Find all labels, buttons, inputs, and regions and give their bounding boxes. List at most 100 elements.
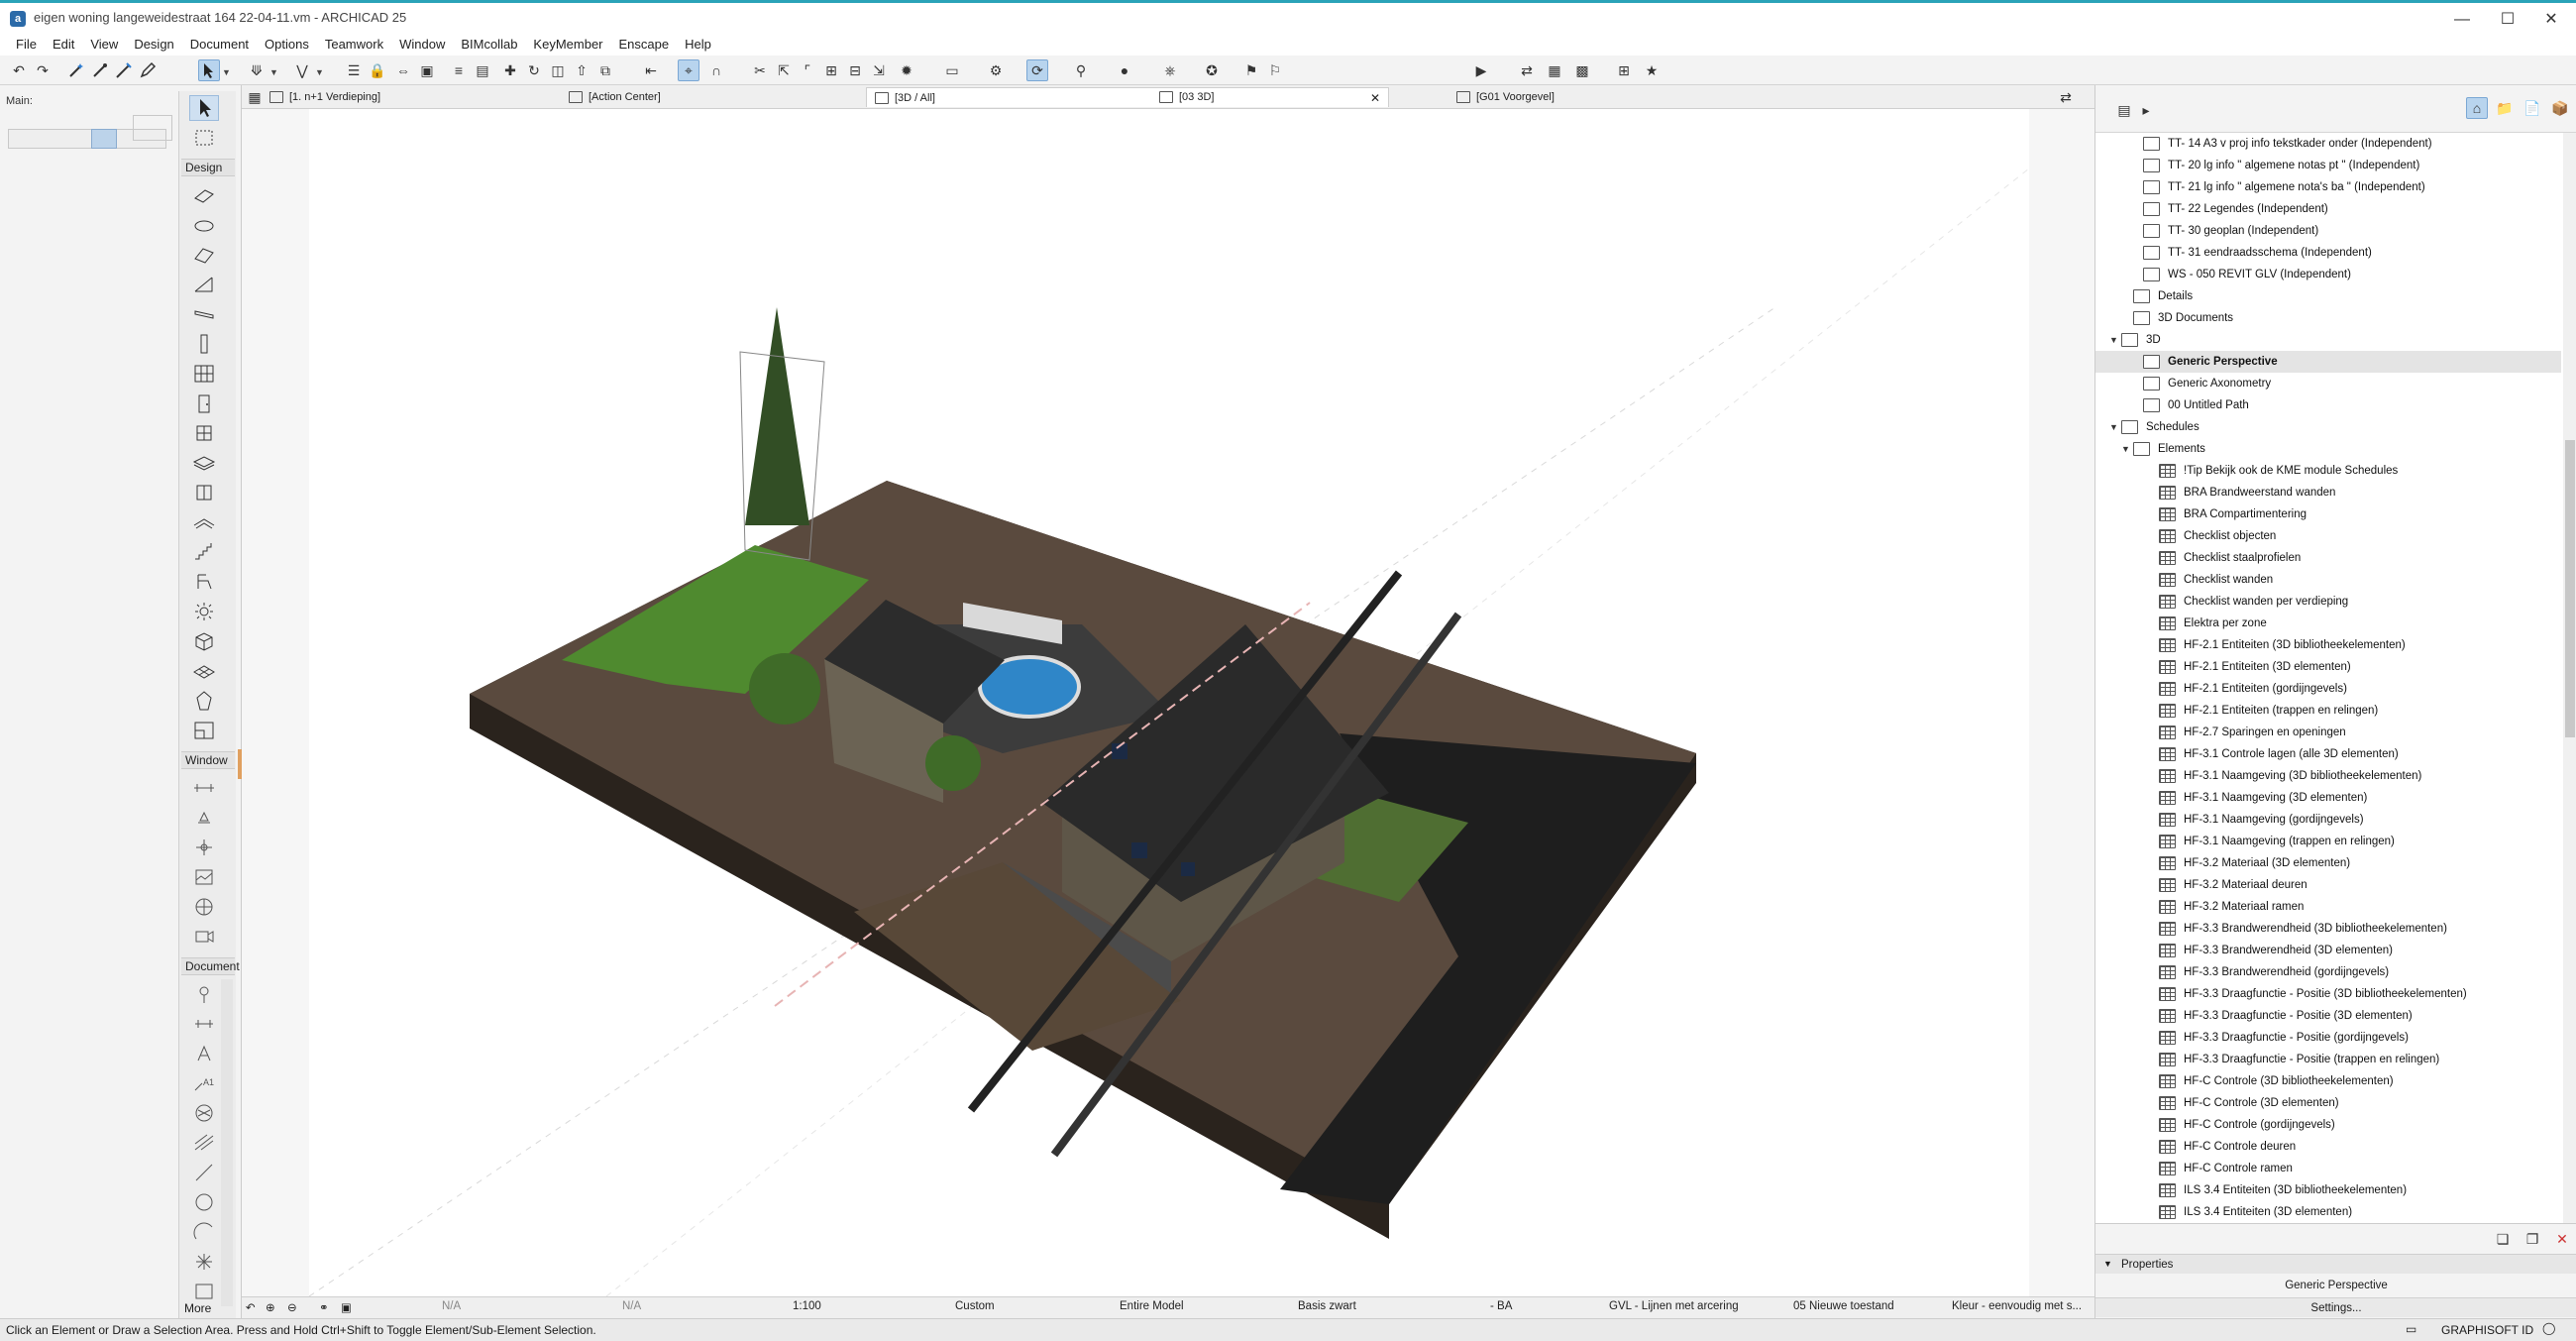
stair-tool-icon[interactable]	[189, 539, 219, 565]
scrollbar-thumb[interactable]	[2565, 440, 2575, 737]
navigator-item[interactable]: HF-3.3 Draagfunctie - Positie (3D biblio…	[2095, 983, 2561, 1005]
enscape-render-icon[interactable]: ▩	[1571, 59, 1593, 81]
align-icon[interactable]: ⇤	[640, 59, 662, 81]
chevron-right-icon[interactable]: ▸	[2135, 99, 2157, 121]
hatch-icon[interactable]	[189, 1130, 219, 1156]
enscape-settings-icon[interactable]: ⊞	[1613, 59, 1635, 81]
window-tool-icon[interactable]	[189, 272, 219, 297]
zoom-in-icon[interactable]: ⊕	[266, 1300, 275, 1316]
layers-icon[interactable]: ☰	[343, 59, 365, 81]
navigator-item[interactable]: 00 Untitled Path	[2095, 394, 2561, 416]
navigator-item[interactable]: HF-2.1 Entiteiten (trappen en relingen)	[2095, 700, 2561, 722]
graphic-override[interactable]: GVL - Lijnen met arcering	[1609, 1300, 1739, 1316]
split-icon[interactable]: ✂	[749, 59, 771, 81]
orbit-icon[interactable]: ⟳	[1026, 59, 1048, 81]
orbit-view-icon[interactable]: ⚭	[319, 1300, 329, 1316]
menu-view[interactable]: View	[82, 34, 126, 56]
navigator-item[interactable]: HF-3.1 Naamgeving (3D elementen)	[2095, 787, 2561, 809]
shell-tool-icon[interactable]	[189, 509, 219, 535]
navigator-item[interactable]: TT- 22 Legendes (Independent)	[2095, 198, 2561, 220]
navigator-item[interactable]: Elektra per zone	[2095, 613, 2561, 634]
lamp-tool-icon[interactable]	[189, 599, 219, 624]
scale-value[interactable]: 1:100	[793, 1300, 821, 1316]
navigator-item[interactable]: TT- 14 A3 v proj info tekstkader onder (…	[2095, 133, 2561, 155]
navigator-item[interactable]: 3D Documents	[2095, 307, 2561, 329]
chevron-down-icon[interactable]: ▼	[2109, 422, 2121, 432]
eyedropper-icon[interactable]	[89, 59, 111, 81]
menu-options[interactable]: Options	[257, 34, 317, 56]
navigator-item[interactable]: HF-2.1 Entiteiten (3D bibliotheekelement…	[2095, 634, 2561, 656]
navigator-item[interactable]: Checklist staalprofielen	[2095, 547, 2561, 569]
navigator-item[interactable]: WS - 050 REVIT GLV (Independent)	[2095, 264, 2561, 285]
settings-3d-icon[interactable]: ⚙	[985, 59, 1007, 81]
dimension-icon[interactable]: ⇔	[392, 59, 414, 81]
wall-tool-icon[interactable]	[189, 182, 219, 208]
chevron-down-icon[interactable]: ▼	[269, 67, 278, 77]
zone-tool-icon[interactable]	[189, 718, 219, 743]
navigator-item[interactable]: HF-3.2 Materiaal (3D elementen)	[2095, 852, 2561, 874]
tab-list-icon[interactable]: ⇄	[2055, 86, 2077, 108]
navigator-item[interactable]: HF-C Controle (3D elementen)	[2095, 1092, 2561, 1114]
syringe-icon[interactable]	[113, 59, 135, 81]
publisher-sets-icon[interactable]: 📦	[2549, 97, 2571, 119]
enscape-sync-icon[interactable]: ⇄	[1516, 59, 1538, 81]
menu-enscape[interactable]: Enscape	[611, 34, 678, 56]
3d-view-icon[interactable]: ▭	[941, 59, 963, 81]
offset-icon[interactable]: ⊞	[820, 59, 842, 81]
roof-tool-icon[interactable]	[189, 480, 219, 505]
flag-icon[interactable]: ⚑	[1240, 59, 1262, 81]
navigator-item[interactable]: HF-3.1 Naamgeving (3D bibliotheekelement…	[2095, 765, 2561, 787]
mirror-icon[interactable]: ◫	[547, 59, 569, 81]
marquee-tool-icon[interactable]	[189, 125, 219, 151]
navigator-scrollbar[interactable]	[2563, 133, 2576, 1223]
arrange-icon[interactable]: ≡	[448, 59, 470, 81]
camera-icon[interactable]	[189, 924, 219, 950]
new-view-icon[interactable]: ❏	[2492, 1228, 2514, 1250]
drag-icon[interactable]: ✚	[499, 59, 521, 81]
tab-overview-icon[interactable]: ▦	[244, 86, 266, 108]
navigator-item[interactable]: HF-C Controle (gordijngevels)	[2095, 1114, 2561, 1136]
menu-help[interactable]: Help	[677, 34, 719, 56]
beam-tool-icon[interactable]	[189, 301, 219, 327]
tab-g01-voorgevel[interactable]: [G01 Voorgevel]	[1456, 87, 1555, 107]
linear-dimension-icon[interactable]	[189, 1011, 219, 1037]
zoom-value[interactable]: N/A	[442, 1300, 461, 1316]
navigator-item[interactable]: HF-3.1 Naamgeving (gordijngevels)	[2095, 809, 2561, 831]
section-window[interactable]: Window	[181, 751, 235, 769]
navigator-item[interactable]: TT- 31 eendraadsschema (Independent)	[2095, 242, 2561, 264]
navigator-item[interactable]: TT- 20 lg info " algemene notas pt " (In…	[2095, 155, 2561, 176]
menu-bimcollab[interactable]: BIMcollab	[453, 34, 525, 56]
chevron-down-icon[interactable]: ▼	[2109, 335, 2121, 345]
navigator-item[interactable]: Checklist objecten	[2095, 525, 2561, 547]
navigator-item[interactable]: HF-3.3 Brandwerendheid (3D bibliotheekel…	[2095, 918, 2561, 940]
delete-icon[interactable]: ✕	[2551, 1228, 2573, 1250]
undo-zoom-icon[interactable]: ↶	[246, 1300, 256, 1316]
menu-file[interactable]: File	[8, 34, 45, 56]
close-window-button[interactable]: ✕	[2528, 7, 2574, 33]
navigator-item[interactable]: ILS 3.4 Entiteiten (3D elementen)	[2095, 1201, 2561, 1223]
fill-tool-icon[interactable]	[189, 1100, 219, 1126]
redo-icon[interactable]: ↷	[32, 59, 54, 81]
tab-3d-all[interactable]: [3D / All] ✕	[866, 87, 1389, 107]
navigator-item[interactable]: HF-C Controle deuren	[2095, 1136, 2561, 1158]
chevron-down-icon[interactable]: ▼	[315, 67, 324, 77]
chevron-down-icon[interactable]: ▼	[222, 67, 231, 77]
angle-value[interactable]: N/A	[622, 1300, 641, 1316]
hotspot-icon[interactable]	[189, 1249, 219, 1275]
user-avatar-icon[interactable]: ◯	[2542, 1321, 2555, 1335]
dimension-point-icon[interactable]	[189, 981, 219, 1007]
color-override[interactable]: Kleur - eenvoudig met s...	[1952, 1300, 2082, 1316]
snap-guides-icon[interactable]: ⌖	[678, 59, 699, 81]
explode-icon[interactable]: ✹	[896, 59, 917, 81]
navigator-item[interactable]: HF-3.1 Naamgeving (trappen en relingen)	[2095, 831, 2561, 852]
section-document[interactable]: Document	[181, 957, 240, 975]
navigator-map-icon[interactable]: ▤	[2113, 99, 2135, 121]
navigator-item[interactable]: HF-2.1 Entiteiten (3D elementen)	[2095, 656, 2561, 678]
interior-elevation-icon[interactable]	[189, 835, 219, 860]
navigator-item[interactable]: BRA Brandweerstand wanden	[2095, 482, 2561, 503]
door-tool-icon[interactable]	[189, 242, 219, 268]
menu-teamwork[interactable]: Teamwork	[317, 34, 391, 56]
navigator-item[interactable]: !Tip Bekijk ook de KME module Schedules	[2095, 460, 2561, 482]
arrow-tool-icon[interactable]	[189, 95, 219, 121]
chevron-down-icon[interactable]: ▼	[2103, 1259, 2112, 1269]
